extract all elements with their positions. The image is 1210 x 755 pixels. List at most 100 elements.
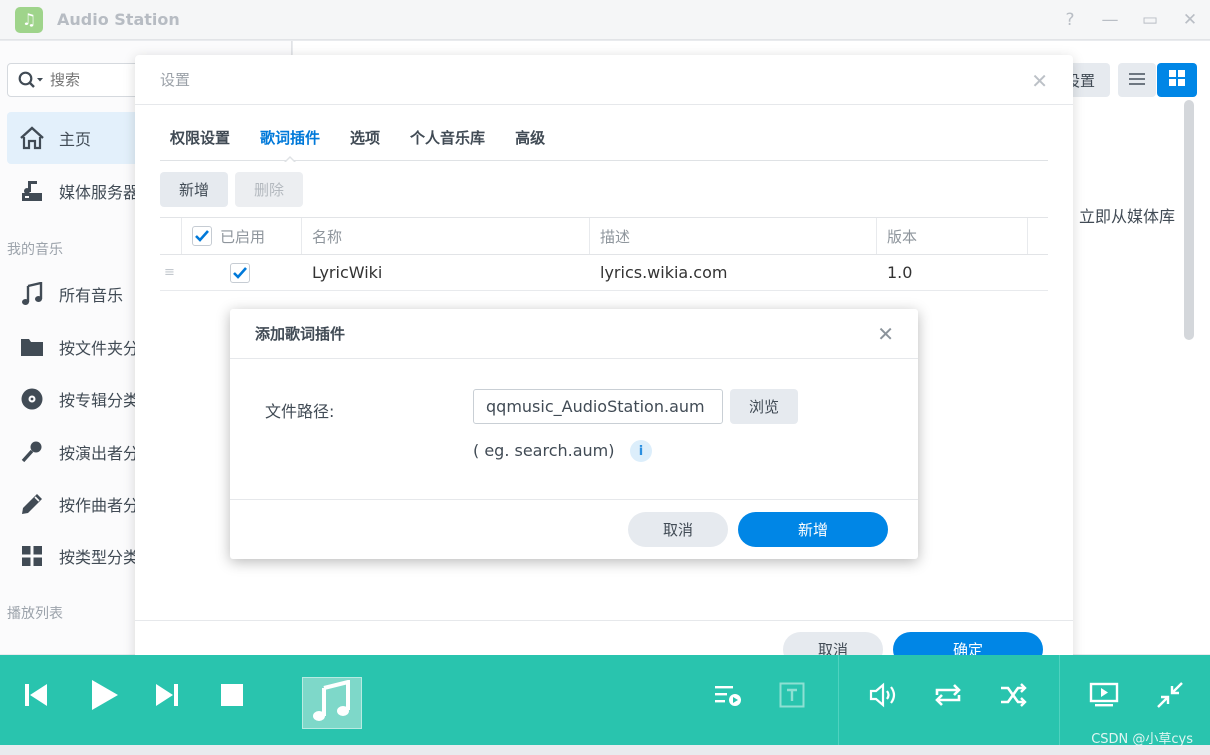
- file-path-input[interactable]: [473, 389, 723, 424]
- pen-icon: [19, 491, 45, 517]
- sidebar-item-label: 主页: [59, 130, 92, 149]
- section-playlist: 播放列表: [7, 606, 63, 622]
- tab-advanced[interactable]: 高级: [515, 115, 545, 161]
- add-plugin-cancel-button[interactable]: 取消: [628, 512, 728, 547]
- add-plugin-footer: 取消 新增: [230, 499, 918, 559]
- settings-tabs: 权限设置 歌词插件 选项 个人音乐库 高级: [160, 115, 1048, 163]
- grid-view-button[interactable]: [1157, 63, 1197, 97]
- collapse-icon: [1156, 681, 1184, 713]
- browse-button[interactable]: 浏览: [730, 389, 798, 424]
- table-header: 已启用 名称 描述 版本: [160, 217, 1048, 255]
- microphone-icon: [19, 439, 45, 465]
- description-column-header[interactable]: 描述: [590, 218, 877, 254]
- minimize-button[interactable]: —: [1090, 0, 1130, 40]
- stop-button[interactable]: [210, 675, 254, 719]
- search-input[interactable]: [50, 71, 130, 89]
- version-cell: 1.0: [887, 263, 913, 282]
- watermark: CSDN @小草cys: [1091, 732, 1193, 747]
- sidebar-item-label: 所有音乐: [59, 286, 124, 305]
- file-path-label: 文件路径:: [265, 402, 335, 421]
- tab-personal-library[interactable]: 个人音乐库: [410, 115, 485, 161]
- delete-plugin-button[interactable]: 删除: [235, 172, 303, 207]
- app-title: Audio Station: [57, 10, 180, 29]
- lyrics-button[interactable]: [770, 675, 814, 719]
- select-all-checkbox[interactable]: [192, 226, 212, 246]
- disc-icon: [19, 386, 45, 412]
- mini-player-button[interactable]: [1148, 675, 1192, 719]
- background-text: 立即从媒体库: [1079, 207, 1176, 226]
- next-track-button[interactable]: [145, 675, 189, 719]
- add-plugin-button[interactable]: 新增: [160, 172, 228, 207]
- audio-station-logo-icon: ♫: [15, 6, 43, 33]
- media-server-icon: [19, 178, 45, 204]
- grid-view-icon: [1169, 70, 1185, 90]
- music-note-icon: [19, 281, 45, 307]
- name-cell: LyricWiki: [312, 263, 383, 282]
- tab-lyrics-plugin[interactable]: 歌词插件: [260, 115, 320, 163]
- main-scrollbar[interactable]: [1184, 100, 1194, 340]
- name-column-header[interactable]: 名称: [302, 218, 590, 254]
- list-view-button[interactable]: [1118, 63, 1156, 97]
- repeat-button[interactable]: [926, 675, 970, 719]
- list-view-icon: [1129, 71, 1145, 90]
- add-plugin-header: 添加歌词插件 ✕: [230, 309, 918, 359]
- tab-permissions[interactable]: 权限设置: [170, 115, 230, 161]
- previous-track-button[interactable]: [14, 675, 58, 719]
- skip-previous-icon: [23, 682, 49, 712]
- repeat-icon: [933, 682, 963, 712]
- enabled-column-header[interactable]: 已启用: [182, 218, 302, 254]
- playlist-queue-button[interactable]: [706, 675, 750, 719]
- player-divider: [1059, 655, 1060, 745]
- add-plugin-dialog: 添加歌词插件 ✕ 文件路径: 浏览 ( eg. search.aum) i 取消…: [230, 309, 918, 559]
- lyrics-text-icon: [779, 682, 805, 712]
- home-icon: [19, 125, 45, 151]
- plugin-table: 已启用 名称 描述 版本 ≡ LyricWiki lyrics.wikia.co…: [160, 217, 1048, 291]
- add-plugin-confirm-button[interactable]: 新增: [738, 512, 888, 547]
- info-icon[interactable]: i: [630, 440, 652, 462]
- add-plugin-title: 添加歌词插件: [255, 325, 346, 343]
- description-cell: lyrics.wikia.com: [600, 263, 728, 282]
- player-divider: [838, 655, 839, 745]
- title-bar: ♫ Audio Station ? — ▭ ✕: [0, 0, 1210, 40]
- sidebar-item-label: 媒体服务器: [59, 183, 140, 202]
- play-button[interactable]: [82, 675, 126, 719]
- tab-options[interactable]: 选项: [350, 115, 380, 161]
- folder-icon: [19, 334, 45, 360]
- volume-icon: [869, 682, 899, 712]
- file-path-hint: ( eg. search.aum): [473, 441, 615, 460]
- playlist-play-icon: [714, 683, 742, 711]
- settings-title: 设置: [160, 71, 191, 89]
- sidebar-item-label: 按专辑分类: [59, 391, 140, 410]
- bottom-strip: [0, 745, 1210, 755]
- music-note-icon: [310, 679, 354, 726]
- grid-icon: [19, 543, 45, 569]
- volume-button[interactable]: [862, 675, 906, 719]
- window-controls: ? — ▭ ✕: [1050, 0, 1210, 40]
- stop-icon: [220, 683, 244, 711]
- video-screen-button[interactable]: [1082, 675, 1126, 719]
- skip-next-icon: [154, 682, 180, 712]
- enabled-cell[interactable]: [182, 255, 302, 290]
- close-icon[interactable]: ✕: [1031, 69, 1048, 93]
- search-icon[interactable]: [18, 71, 44, 89]
- close-window-button[interactable]: ✕: [1170, 0, 1210, 40]
- version-column-header[interactable]: 版本: [877, 218, 1028, 254]
- sidebar-item-label: 按文件夹分: [59, 339, 140, 358]
- settings-header: 设置 ✕: [135, 55, 1073, 105]
- maximize-button[interactable]: ▭: [1130, 0, 1170, 40]
- table-row[interactable]: ≡ LyricWiki lyrics.wikia.com 1.0: [160, 255, 1048, 291]
- search-box[interactable]: [7, 63, 147, 97]
- shuffle-icon: [999, 682, 1029, 712]
- section-my-music: 我的音乐: [7, 242, 63, 258]
- enabled-header-label: 已启用: [220, 227, 266, 246]
- sidebar-item-label: 按类型分类: [59, 548, 140, 567]
- album-art[interactable]: [302, 677, 362, 729]
- drag-handle-icon[interactable]: ≡: [160, 255, 182, 290]
- close-icon[interactable]: ✕: [877, 322, 894, 346]
- row-enabled-checkbox[interactable]: [230, 262, 250, 283]
- drag-column-header: [160, 218, 182, 254]
- sidebar-item-label: 按演出者分: [59, 444, 140, 463]
- help-button[interactable]: ?: [1050, 0, 1090, 40]
- shuffle-button[interactable]: [992, 675, 1036, 719]
- screen-play-icon: [1089, 682, 1119, 712]
